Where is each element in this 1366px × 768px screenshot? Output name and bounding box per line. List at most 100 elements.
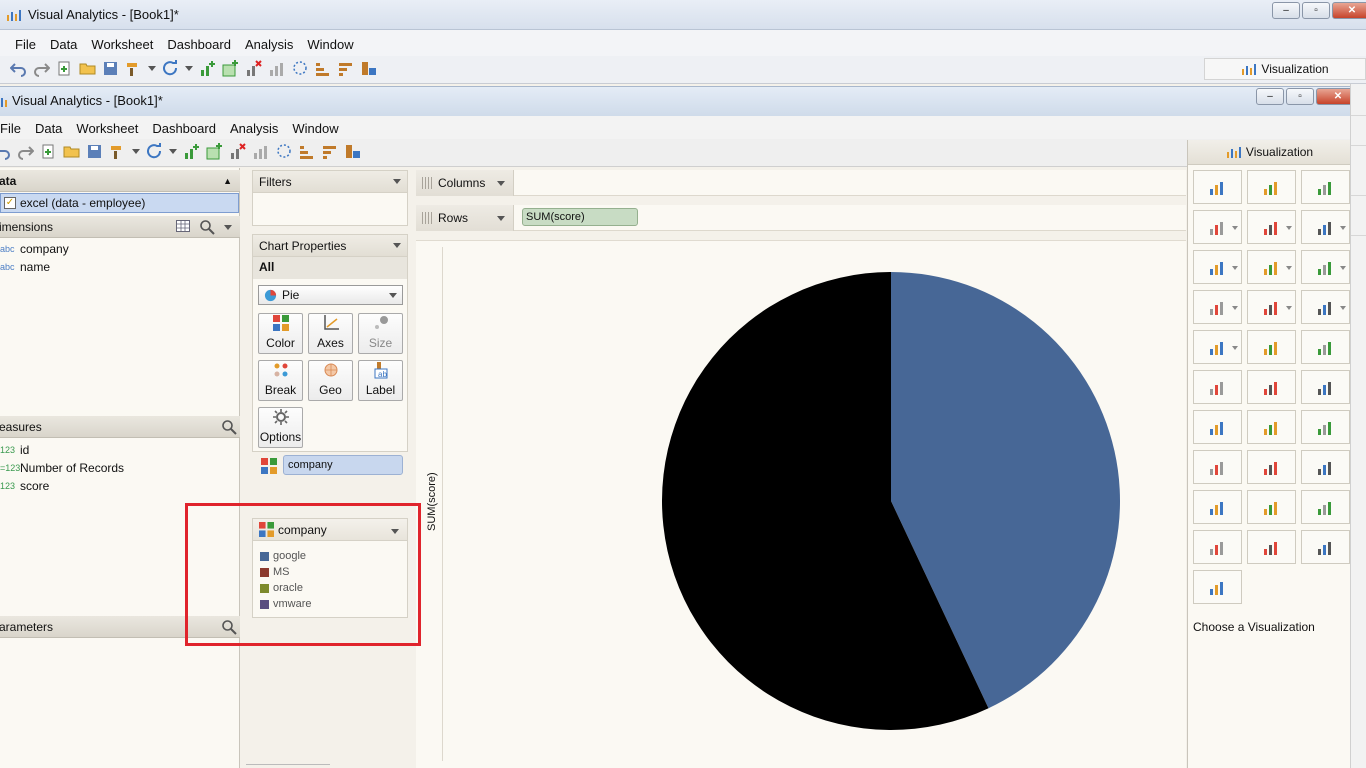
chevron-down-icon[interactable] [393,179,401,184]
measure-field-id[interactable]: 123 id [0,441,29,459]
properties-scope[interactable]: All [253,257,407,279]
viz-tile-waterfall[interactable] [1301,530,1350,564]
viz-tile-filled-map[interactable] [1301,370,1350,404]
new-file-icon[interactable] [40,143,57,160]
save-icon[interactable] [102,60,119,77]
chevron-down-icon[interactable] [1232,226,1238,230]
lasso-icon[interactable] [275,143,292,160]
legend-item-ms[interactable]: MS [260,566,290,578]
axes-button[interactable]: Axes [308,313,353,354]
viz-tile-scatter[interactable] [1301,330,1350,364]
open-folder-icon[interactable] [79,60,96,77]
chevron-down-icon[interactable] [224,225,232,230]
menu-analysis[interactable]: Analysis [230,121,278,136]
sort-asc-icon[interactable] [298,143,315,160]
refresh-icon[interactable] [162,60,179,77]
viz-tile-funnel[interactable] [1301,450,1350,484]
measure-field-score[interactable]: 123 score [0,477,49,495]
maximize-button[interactable]: ▫ [1286,88,1314,105]
lasso-icon[interactable] [291,60,308,77]
add-chart-icon[interactable] [183,143,200,160]
viz-tile-donut[interactable] [1247,410,1296,444]
undo-icon[interactable] [0,143,11,160]
viz-tile-mountain[interactable] [1247,490,1296,524]
chevron-down-icon[interactable] [1232,266,1238,270]
viz-tile-dual-line[interactable] [1247,250,1296,284]
save-icon[interactable] [86,143,103,160]
dimension-field-name[interactable]: abc name [0,258,50,276]
viz-tile-bubble[interactable] [1193,370,1242,404]
chevron-down-icon[interactable] [497,216,505,221]
chevron-down-icon[interactable] [1340,266,1346,270]
viz-tile-pie-chart[interactable] [1193,410,1242,444]
chevron-down-icon[interactable] [185,66,193,71]
menu-worksheet[interactable]: Worksheet [76,121,138,136]
size-button[interactable]: Size [358,313,403,354]
viz-tile-highlight-table[interactable] [1301,170,1350,204]
chart-properties-header[interactable]: Chart Properties [253,235,407,257]
search-icon[interactable] [221,619,237,635]
rows-shelf[interactable]: Rows SUM(score) [416,205,1186,231]
break-button[interactable]: Break [258,360,303,401]
search-icon[interactable] [199,219,215,235]
menu-window[interactable]: Window [307,37,353,52]
menu-data[interactable]: Data [35,121,62,136]
minimize-button[interactable]: – [1272,2,1300,19]
redo-icon[interactable] [17,143,34,160]
legend-item-oracle[interactable]: oracle [260,582,303,594]
legend-header[interactable]: company [253,519,407,541]
geo-button[interactable]: Geo [308,360,353,401]
chevron-down-icon[interactable] [1286,266,1292,270]
viz-tile-line-chart[interactable] [1193,250,1242,284]
viz-tile-histogram[interactable] [1247,530,1296,564]
clear-sheet-icon[interactable] [252,143,269,160]
data-source-selector[interactable]: ✓ excel (data - employee) [0,193,239,213]
viz-tile-heatmap[interactable] [1247,170,1296,204]
viz-tile-step-bar[interactable] [1247,330,1296,364]
format-brush-icon[interactable] [109,143,126,160]
legend-item-vmware[interactable]: vmware [260,598,312,610]
refresh-icon[interactable] [146,143,163,160]
close-button[interactable]: ✕ [1332,2,1366,19]
viz-tile-column-chart[interactable] [1247,290,1296,324]
viz-tile-radar[interactable] [1193,530,1242,564]
sort-asc-icon[interactable] [314,60,331,77]
chevron-down-icon[interactable] [393,243,401,248]
viz-tile-stacked-area[interactable] [1301,290,1350,324]
legend-item-google[interactable]: google [260,550,306,562]
menu-file[interactable]: File [15,37,36,52]
swap-icon[interactable] [344,143,361,160]
chevron-down-icon[interactable] [1286,226,1292,230]
outer-visualization-tab[interactable]: Visualization [1204,58,1366,80]
viz-tile-line-area[interactable] [1301,250,1350,284]
search-icon[interactable] [221,419,237,435]
menu-dashboard[interactable]: Dashboard [167,37,231,52]
viz-tile-area-chart[interactable] [1193,290,1242,324]
measure-field-number-of-records[interactable]: =123 Number of Records [0,459,124,477]
add-sheet-icon[interactable] [206,143,223,160]
menu-file[interactable]: File [0,121,21,136]
viz-tile-box-plot[interactable] [1193,450,1242,484]
checkbox-icon[interactable]: ✓ [4,197,16,209]
viz-tile-treemap[interactable] [1301,410,1350,444]
chevron-down-icon[interactable] [389,293,397,298]
new-file-icon[interactable] [56,60,73,77]
viz-tile-stacked-bar[interactable] [1247,210,1296,244]
filters-header[interactable]: Filters [253,171,407,193]
menu-window[interactable]: Window [292,121,338,136]
viz-tile-gantt[interactable] [1193,570,1242,604]
format-brush-icon[interactable] [125,60,142,77]
dimension-field-company[interactable]: abc company [0,240,69,258]
chevron-down-icon[interactable] [148,66,156,71]
options-button[interactable]: Options [258,407,303,448]
chevron-down-icon[interactable] [1340,306,1346,310]
rows-measure-pill[interactable]: SUM(score) [522,208,638,226]
delete-sheet-icon[interactable] [245,60,262,77]
chevron-down-icon[interactable] [132,149,140,154]
add-chart-icon[interactable] [199,60,216,77]
chevron-down-icon[interactable] [497,181,505,186]
table-view-icon[interactable] [176,220,190,232]
redo-icon[interactable] [33,60,50,77]
chevron-down-icon[interactable] [391,529,399,534]
label-button[interactable]: ab Label [358,360,403,401]
